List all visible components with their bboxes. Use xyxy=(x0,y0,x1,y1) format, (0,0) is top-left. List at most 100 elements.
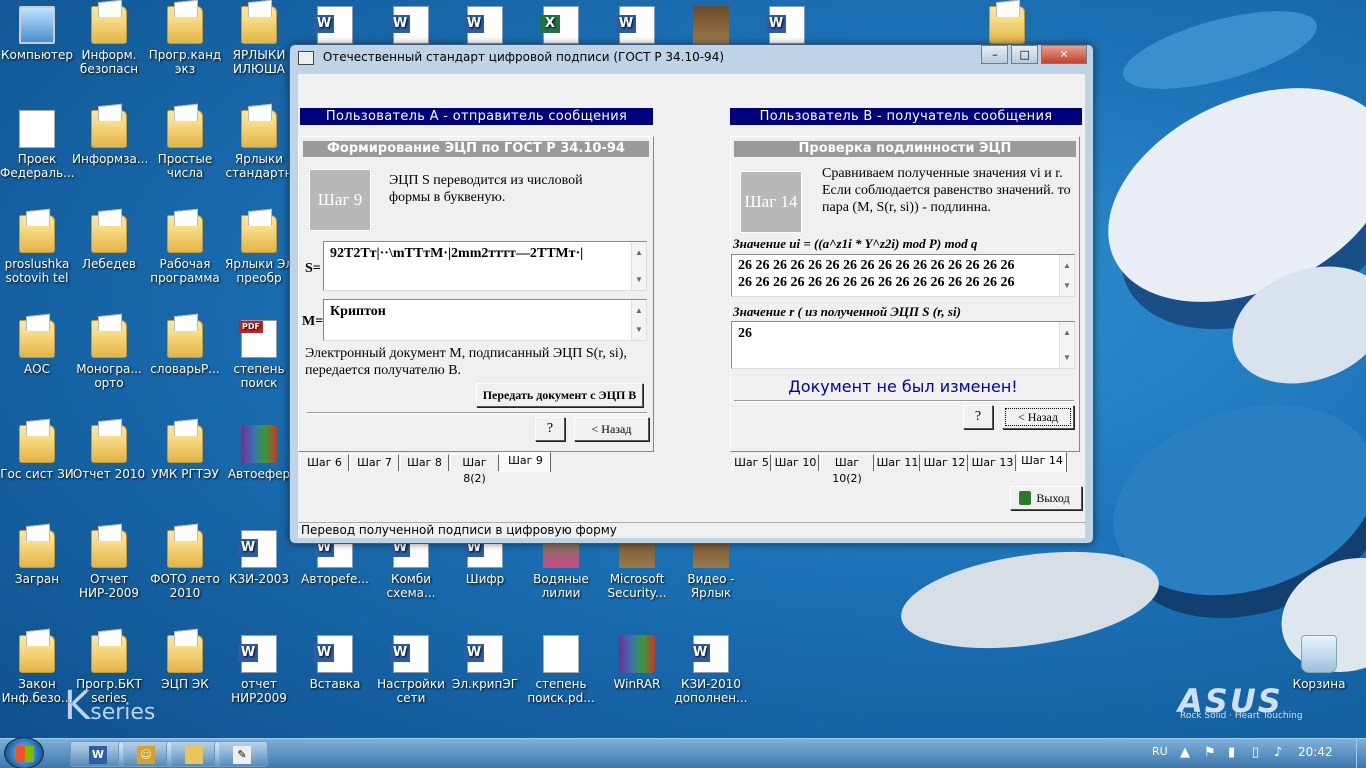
desktop-icon[interactable]: степень поиск.pd... xyxy=(524,635,598,705)
desktop-icon[interactable]: Автоефер xyxy=(222,425,296,481)
desktop-icon[interactable]: Ярлыки Эл преобр xyxy=(222,215,296,285)
word-icon xyxy=(464,635,503,673)
network-icon[interactable]: ▮ xyxy=(1228,745,1235,760)
folder-icon xyxy=(19,320,55,358)
desktop-icon[interactable] xyxy=(750,6,824,48)
folder-icon xyxy=(19,635,55,673)
desktop-icon[interactable]: Ярлыки стандартн xyxy=(222,110,296,180)
desktop-icon[interactable]: Отчет НИР-2009 xyxy=(72,530,146,600)
desktop-icon-label: proslushka sotovih tel xyxy=(4,257,70,285)
desktop-icon-label: Автореfe... xyxy=(301,572,369,586)
desktop-icon[interactable]: Отчет 2010 xyxy=(72,425,146,481)
power-icon[interactable]: ▯ xyxy=(1252,745,1259,760)
desktop-icon[interactable]: словарьР... xyxy=(148,320,222,376)
desktop-icon[interactable] xyxy=(674,6,748,48)
desktop-icon[interactable]: Рабочая программа xyxy=(148,215,222,285)
desktop-icon[interactable]: Прогр.канд экз xyxy=(148,6,222,76)
desktop-icon[interactable]: Лебедев xyxy=(72,215,146,271)
scrollbar[interactable]: ▲ ▼ xyxy=(1059,322,1074,368)
desktop-icon[interactable]: Компьютер xyxy=(0,6,74,62)
tab-step-12[interactable]: Шаг 12 xyxy=(921,454,968,471)
desktop-icon[interactable]: WinRAR xyxy=(600,635,674,691)
tab-step-10-2[interactable]: Шаг 10(2) xyxy=(820,454,874,485)
tab-step-14[interactable]: Шаг 14 xyxy=(1017,452,1067,472)
help-button[interactable]: ? xyxy=(963,405,993,429)
folder-icon xyxy=(989,6,1025,44)
desktop-icon[interactable]: Проек Федераль... xyxy=(0,110,75,180)
help-button[interactable]: ? xyxy=(535,417,565,441)
taskbar-word[interactable]: W xyxy=(70,741,124,767)
desktop-icon[interactable]: Вставка xyxy=(298,635,372,691)
desktop-icon[interactable]: Моногра... орто xyxy=(72,320,146,390)
send-document-button[interactable]: Передать документ с ЭЦП В xyxy=(476,383,643,407)
taskbar-users[interactable]: ☺ xyxy=(118,741,172,767)
desktop-icon[interactable]: proslushka sotovih tel xyxy=(0,215,74,285)
desktop-icon-label: Компьютер xyxy=(1,48,73,62)
message-field[interactable]: Криптон ▲ ▼ xyxy=(323,299,647,341)
desktop-icon-label: Прогр.канд экз xyxy=(148,48,222,76)
desktop-icon[interactable] xyxy=(970,6,1044,48)
desktop-icon[interactable]: степень поиск xyxy=(222,320,296,390)
desktop-icon[interactable] xyxy=(374,6,448,48)
signature-field[interactable]: 92Т2Тт|··\mТТтМ·|2mm2тттт—2ТТМт·| ▲ ▼ xyxy=(323,241,647,291)
desktop-icon[interactable]: Загран xyxy=(0,530,74,586)
desktop-icon[interactable]: отчет НИР2009 xyxy=(222,635,296,705)
taskbar-explorer[interactable] xyxy=(166,741,220,767)
desktop-icon[interactable]: ЭЦП ЭК xyxy=(148,635,222,691)
desktop-icon[interactable]: Прогр.БКТ series xyxy=(72,635,146,705)
desktop-icon[interactable]: КЗИ-2010 дополнен... xyxy=(674,635,748,705)
clock[interactable]: 20:42 xyxy=(1298,745,1333,759)
language-indicator[interactable]: RU xyxy=(1152,745,1168,758)
volume-icon[interactable]: ♪ xyxy=(1274,745,1282,760)
tab-step-9[interactable]: Шаг 9 xyxy=(500,452,551,472)
scrollbar[interactable]: ▲ ▼ xyxy=(1059,255,1074,296)
desktop-icon[interactable]: Эл.крипЭГ xyxy=(448,635,522,691)
desktop-icon[interactable]: АОС xyxy=(0,320,74,376)
desktop-icon[interactable]: УМК РГТЭУ xyxy=(148,425,222,481)
desktop-icon[interactable]: Простые числа xyxy=(148,110,222,180)
desktop-icon[interactable]: Закон Инф.безо... xyxy=(0,635,74,705)
desktop-icon-label: Рабочая программа xyxy=(150,257,220,285)
show-hidden-icons[interactable]: ▲ xyxy=(1180,745,1190,760)
desktop-icon[interactable]: КЗИ-2003 xyxy=(222,530,296,586)
taskbar-gost-app[interactable]: ✎ xyxy=(214,741,268,767)
start-button[interactable] xyxy=(4,737,44,768)
desktop-icon[interactable] xyxy=(600,6,674,48)
folder-icon xyxy=(167,530,203,568)
tab-step-10[interactable]: Шаг 10 xyxy=(772,454,819,471)
show-desktop-button[interactable] xyxy=(1356,739,1366,768)
desktop-icon[interactable]: Корзина xyxy=(1282,635,1356,691)
close-button[interactable]: ✕ xyxy=(1041,45,1087,64)
r-value-field[interactable]: 26 ▲ ▼ xyxy=(731,321,1075,369)
desktop-icon[interactable] xyxy=(448,6,522,48)
word-icon xyxy=(464,6,503,44)
desktop-icon[interactable]: ЯРЛЫКИ ИЛЮША xyxy=(222,6,296,76)
tab-step-5[interactable]: Шаг 5 xyxy=(732,454,771,471)
tab-step-13[interactable]: Шаг 13 xyxy=(969,454,1016,471)
exit-button[interactable]: Выход xyxy=(1010,486,1082,510)
flag-icon[interactable]: ⚑ xyxy=(1204,745,1216,760)
folder-icon xyxy=(19,425,55,463)
minimize-button[interactable]: – xyxy=(981,45,1009,64)
desktop-icon[interactable] xyxy=(298,6,372,48)
desktop-icon-label: УМК РГТЭУ xyxy=(151,467,219,481)
tab-step-8[interactable]: Шаг 8 xyxy=(400,454,449,471)
scrollbar[interactable]: ▲ ▼ xyxy=(631,300,646,340)
desktop-icon[interactable]: Информ. безопасн xyxy=(72,6,146,76)
tab-step-8-2[interactable]: Шаг 8(2) xyxy=(450,454,499,485)
desktop-icon[interactable]: ФОТО лето 2010 xyxy=(148,530,222,600)
tab-step-6[interactable]: Шаг 6 xyxy=(300,454,349,471)
title-bar[interactable]: Отечественный стандарт цифровой подписи … xyxy=(290,45,1093,73)
tab-step-7[interactable]: Шаг 7 xyxy=(350,454,399,471)
tab-step-11[interactable]: Шаг 11 xyxy=(875,454,920,471)
scrollbar[interactable]: ▲ ▼ xyxy=(631,242,646,290)
desktop-icon[interactable]: Информза... xyxy=(72,110,148,166)
desktop-icon[interactable]: Гос сист ЗИ xyxy=(0,425,74,481)
back-button[interactable]: < Назад xyxy=(574,417,649,441)
back-button[interactable]: < Назад xyxy=(1002,405,1074,429)
desktop-icon[interactable]: Настройки сети xyxy=(374,635,448,705)
gost-signature-window[interactable]: Отечественный стандарт цифровой подписи … xyxy=(289,44,1094,544)
ui-values-field[interactable]: 26 26 26 26 26 26 26 26 26 26 26 26 26 2… xyxy=(731,254,1075,297)
desktop-icon[interactable] xyxy=(524,6,598,48)
maximize-button[interactable]: □ xyxy=(1011,45,1039,64)
